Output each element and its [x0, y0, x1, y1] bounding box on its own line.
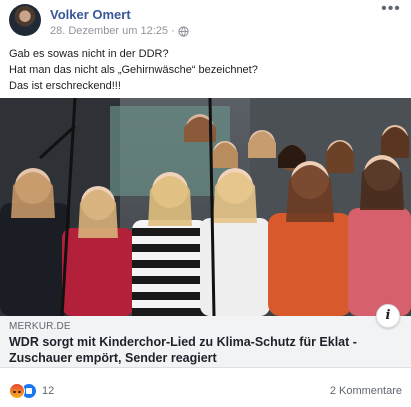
reaction-count: 12 [42, 385, 55, 397]
info-icon[interactable]: i [376, 304, 400, 328]
angry-reaction-icon [9, 383, 25, 399]
engagement-bar: 12 2 Kommentare [0, 378, 411, 407]
link-title[interactable]: WDR sorgt mit Kinderchor-Lied zu Klima-S… [9, 334, 404, 366]
more-options-icon[interactable]: ••• [379, 1, 403, 22]
avatar[interactable] [9, 4, 41, 36]
meta-separator: · [171, 25, 175, 37]
post-text-line: Hat man das nicht als „Gehirnwäsche“ bez… [9, 64, 258, 76]
link-preview[interactable]: i MERKUR.DE WDR sorgt mit Kinderchor-Lie… [0, 304, 411, 368]
globe-icon [178, 25, 189, 37]
reactions-summary[interactable]: 12 [9, 383, 54, 399]
post-timestamp[interactable]: 28. Dezember um 12:25 [50, 25, 168, 37]
author-name[interactable]: Volker Omert [50, 7, 131, 22]
post-meta: 28. Dezember um 12:25 · [50, 25, 189, 37]
post-text-line: Das ist erschreckend!!! [9, 80, 121, 92]
post-text-line: Gab es sowas nicht in der DDR? [9, 48, 169, 60]
post-header: Volker Omert 28. Dezember um 12:25 · ••• [0, 0, 411, 40]
link-domain: MERKUR.DE [9, 321, 71, 332]
comments-count[interactable]: 2 Kommentare [330, 385, 402, 397]
link-preview-image[interactable] [0, 98, 411, 316]
post-text: Gab es sowas nicht in der DDR? Hat man d… [9, 46, 404, 94]
